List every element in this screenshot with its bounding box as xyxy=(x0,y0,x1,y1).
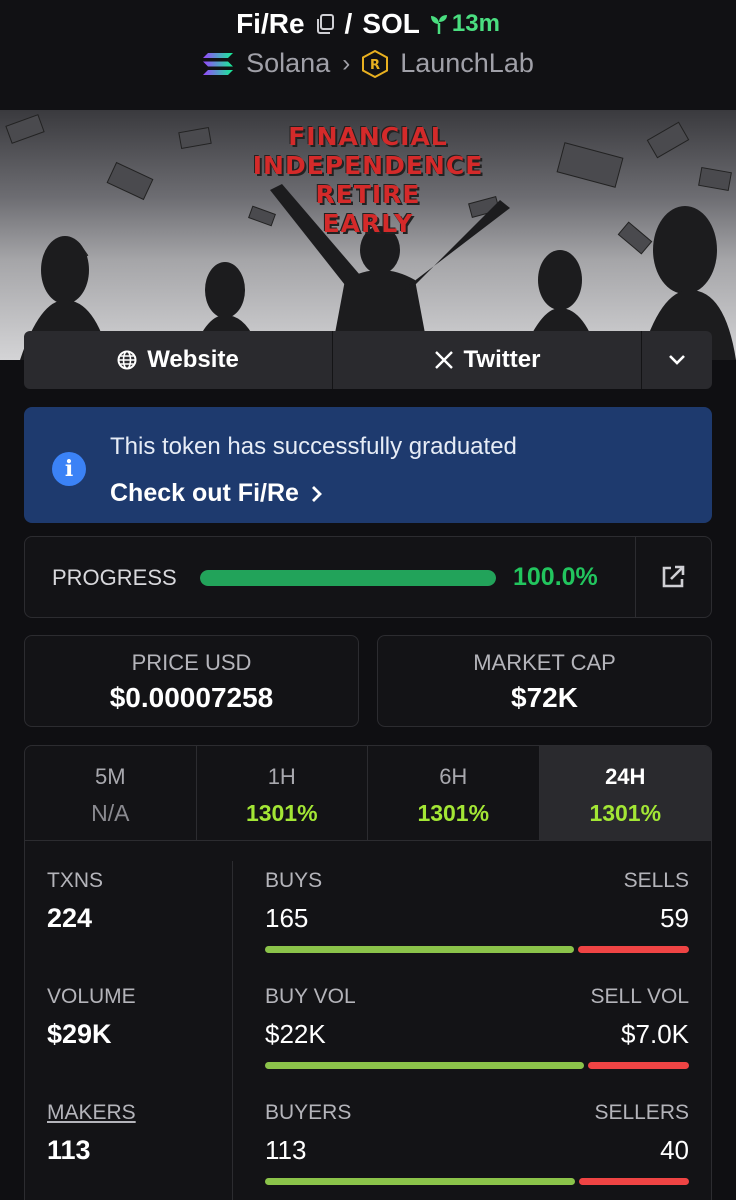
metrics-panel: TXNS 224 BUYS SELLS 165 59 VOLUME $29K B… xyxy=(25,841,711,1200)
buyers-sellers-ratio-bar xyxy=(265,1178,689,1185)
buys-value: 165 xyxy=(265,903,309,933)
buys-sells-stat: BUYS SELLS 165 59 xyxy=(265,869,689,953)
buyers-value: 113 xyxy=(265,1135,307,1165)
volume-stat: VOLUME $29K xyxy=(47,985,136,1050)
sprout-icon xyxy=(430,15,447,34)
sell-portion xyxy=(578,946,689,953)
launchlab-icon: R xyxy=(362,49,389,78)
market-cap-value: $72K xyxy=(511,682,578,713)
progress-bar-fill xyxy=(200,570,496,586)
chevron-right-icon: › xyxy=(342,49,351,77)
banner-line: FINANCIAL xyxy=(288,122,448,151)
banner-line: INDEPENDENCE xyxy=(252,151,484,180)
svg-text:R: R xyxy=(370,58,380,73)
price-card: PRICE USD $0.00007258 xyxy=(24,635,359,727)
sell-portion xyxy=(587,1062,689,1069)
volume-label: VOLUME xyxy=(47,985,136,1008)
progress-card: PROGRESS 100.0% xyxy=(24,536,712,618)
buyers-label: BUYERS xyxy=(265,1101,352,1124)
title-row: Fi/Re / SOL 13m xyxy=(0,0,736,40)
market-cap-card: MARKET CAP $72K xyxy=(377,635,712,727)
twitter-label: Twitter xyxy=(463,346,541,373)
buy-portion xyxy=(265,946,575,953)
twitter-button[interactable]: Twitter xyxy=(333,331,642,389)
makers-stat[interactable]: MAKERS 113 xyxy=(47,1101,136,1166)
tab-label: 24H xyxy=(605,764,646,789)
sell-vol-value: $7.0K xyxy=(621,1019,689,1049)
stats-card: 5M N/A 1H 1301% 6H 1301% 24H 1301% TXNS … xyxy=(24,745,712,1200)
buyers-sellers-stat: BUYERS SELLERS 113 40 xyxy=(265,1101,689,1185)
info-icon: i xyxy=(52,452,86,486)
website-button[interactable]: Website xyxy=(24,331,333,389)
price-label: PRICE USD xyxy=(131,650,252,675)
buy-portion xyxy=(265,1178,576,1185)
sell-portion xyxy=(579,1178,689,1185)
progress-label: PROGRESS xyxy=(52,565,177,590)
sells-value: 59 xyxy=(660,903,689,933)
x-icon xyxy=(434,351,453,369)
tab-5m[interactable]: 5M N/A xyxy=(25,746,197,840)
buy-portion xyxy=(265,1062,584,1069)
tab-change: 1301% xyxy=(417,800,490,826)
pair-separator: / xyxy=(344,8,353,39)
graduated-notice: i This token has successfully graduated … xyxy=(24,407,712,523)
pair-age: 13m xyxy=(430,10,500,38)
txns-label: TXNS xyxy=(47,869,104,892)
banner-line: EARLY xyxy=(322,209,414,238)
tab-24h[interactable]: 24H 1301% xyxy=(539,746,711,840)
divider xyxy=(232,861,233,1200)
tab-label: 1H xyxy=(267,764,296,789)
makers-value: 113 xyxy=(47,1135,91,1165)
buy-vol-value: $22K xyxy=(265,1019,326,1049)
timeframe-tabs: 5M N/A 1H 1301% 6H 1301% 24H 1301% xyxy=(25,746,711,841)
buys-label: BUYS xyxy=(265,869,323,892)
market-cap-label: MARKET CAP xyxy=(473,650,616,675)
sell-vol-label: SELL VOL xyxy=(590,985,689,1008)
platform-link[interactable]: LaunchLab xyxy=(400,48,534,79)
check-out-label: Check out Fi/Re xyxy=(110,479,299,507)
external-link-icon[interactable] xyxy=(659,563,687,591)
tab-change: 1301% xyxy=(245,800,318,826)
progress-bar xyxy=(200,570,496,586)
token-banner-image: FINANCIAL INDEPENDENCE RETIRE EARLY xyxy=(0,110,736,360)
tab-label: 5M xyxy=(94,764,126,789)
sells-label: SELLS xyxy=(623,869,689,892)
token-header: Fi/Re / SOL 13m Solana › R LaunchLab xyxy=(0,0,736,110)
social-links: Website Twitter xyxy=(24,331,712,389)
tab-change: 1301% xyxy=(589,800,662,826)
volume-value: $29K xyxy=(47,1019,112,1049)
notice-message: This token has successfully graduated xyxy=(110,433,517,460)
buy-vol-label: BUY VOL xyxy=(265,985,356,1008)
progress-value: 100.0% xyxy=(513,563,598,591)
tab-label: 6H xyxy=(439,764,468,789)
check-out-link[interactable]: Check out Fi/Re xyxy=(110,479,323,508)
website-label: Website xyxy=(147,346,239,373)
tab-change: N/A xyxy=(91,800,130,826)
breadcrumb: Solana › R LaunchLab xyxy=(0,48,736,79)
tab-6h[interactable]: 6H 1301% xyxy=(368,746,540,840)
buys-sells-ratio-bar xyxy=(265,946,689,953)
age-label: 13m xyxy=(451,10,500,37)
banner-line: RETIRE xyxy=(315,180,421,209)
volume-ratio-bar xyxy=(265,1062,689,1069)
buy-sell-volume-stat: BUY VOL SELL VOL $22K $7.0K xyxy=(265,985,689,1069)
pair-quote: SOL xyxy=(362,8,420,39)
chevron-down-icon xyxy=(669,355,685,365)
solana-icon xyxy=(203,52,234,75)
more-links-button[interactable] xyxy=(642,331,712,389)
tab-1h[interactable]: 1H 1301% xyxy=(197,746,368,840)
globe-icon xyxy=(117,350,137,370)
chevron-right-icon xyxy=(311,485,322,502)
banner-title: FINANCIAL INDEPENDENCE RETIRE EARLY xyxy=(0,122,736,238)
sellers-value: 40 xyxy=(660,1135,689,1165)
copy-icon[interactable] xyxy=(315,13,335,35)
sellers-label: SELLERS xyxy=(594,1101,689,1124)
divider xyxy=(635,537,636,617)
chain-link[interactable]: Solana xyxy=(246,48,330,79)
txns-value: 224 xyxy=(47,903,93,933)
makers-label[interactable]: MAKERS xyxy=(47,1101,136,1125)
txns-stat: TXNS 224 xyxy=(47,869,103,934)
pair-base: Fi/Re xyxy=(236,8,305,39)
price-value: $0.00007258 xyxy=(109,682,274,713)
